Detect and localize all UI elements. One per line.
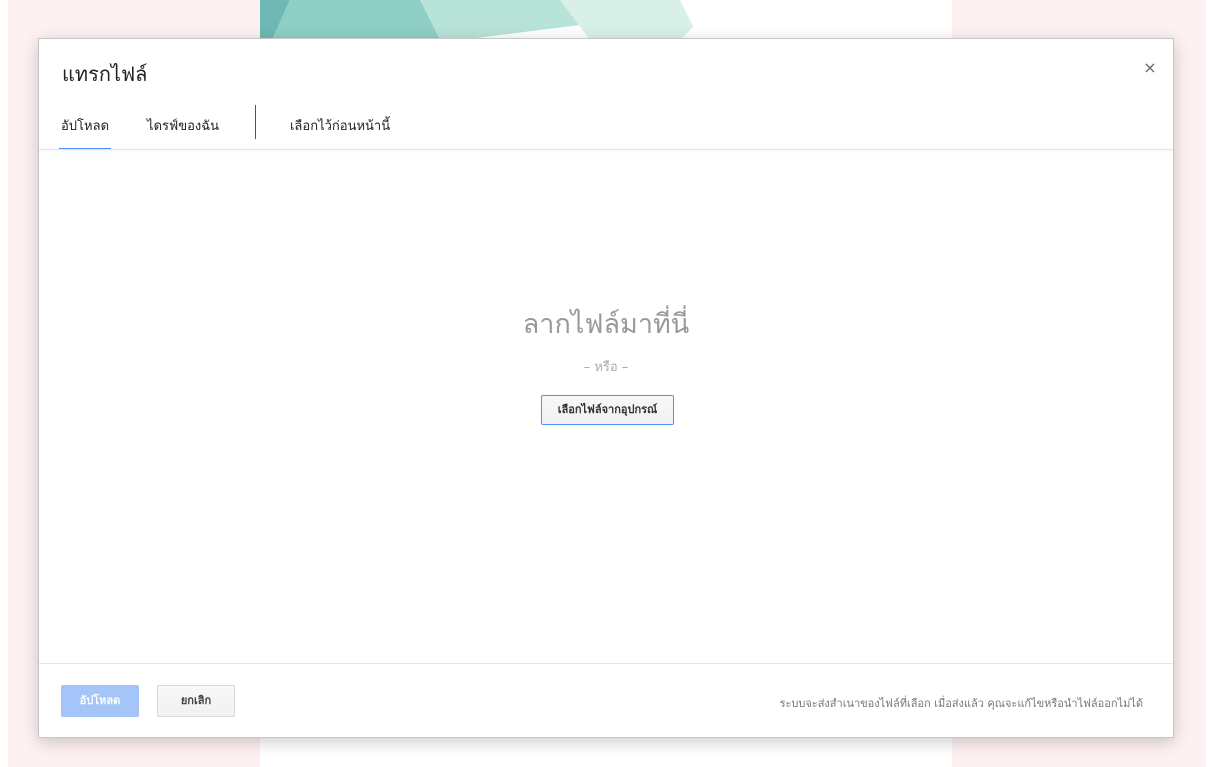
- upload-button[interactable]: อัปโหลด: [61, 685, 139, 717]
- footer-separator: [39, 663, 1173, 664]
- select-file-from-device-button[interactable]: เลือกไฟล์จากอุปกรณ์: [541, 395, 674, 425]
- drop-zone[interactable]: ลากไฟล์มาที่นี่ – หรือ – เลือกไฟล์จากอุป…: [39, 150, 1173, 663]
- tab-my-drive[interactable]: ไดรฟ์ของฉัน: [145, 103, 221, 150]
- tab-upload[interactable]: อัปโหลด: [59, 103, 112, 150]
- tab-divider: [254, 105, 256, 139]
- drop-zone-or-text: – หรือ –: [583, 360, 629, 375]
- cancel-button[interactable]: ยกเลิก: [157, 685, 235, 717]
- drop-zone-title: ลากไฟล์มาที่นี่: [522, 309, 690, 340]
- background-banner-image: [260, 0, 952, 40]
- footer-note: ระบบจะส่งสำเนาของไฟล์ที่เลือก เมื่อส่งแล…: [779, 697, 1143, 710]
- close-icon[interactable]: ×: [1139, 57, 1161, 79]
- tab-bar: อัปโหลด ไดรฟ์ของฉัน เลือกไว้ก่อนหน้านี้: [59, 103, 426, 151]
- insert-file-dialog: แทรกไฟล์ × อัปโหลด ไดรฟ์ของฉัน เลือกไว้ก…: [38, 38, 1174, 738]
- tab-previously-selected[interactable]: เลือกไว้ก่อนหน้านี้: [288, 103, 392, 150]
- dialog-title: แทรกไฟล์: [62, 62, 148, 86]
